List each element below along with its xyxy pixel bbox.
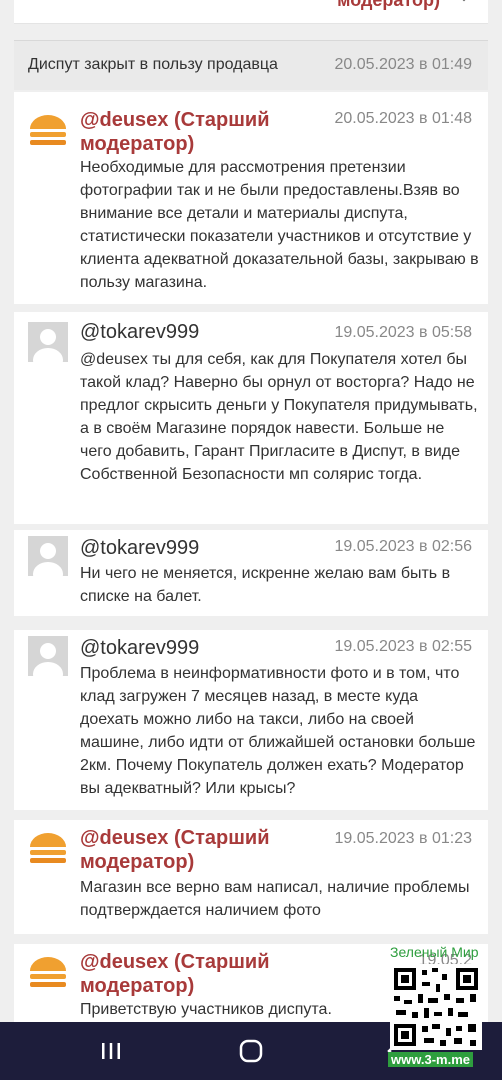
comment-author[interactable]: @tokarev999 [80,320,199,344]
watermark: Зеленый Мир www.3-m.me [386,944,486,1070]
comment-author[interactable]: @deusex (Старший модератор) [80,826,300,874]
dispute-status-row: Диспут закрыт в пользу продавца 20.05.20… [14,40,488,90]
comment-item: @tokarev999 19.05.2023 в 02:55 Проблема … [14,630,488,810]
comment-item: @tokarev999 19.05.2023 в 02:56 Ни чего н… [14,530,488,616]
comment-author[interactable]: @deusex (Старший модератор) [80,108,300,156]
qr-code-icon [390,964,482,1050]
comment-date: 20.05.2023 в 01:48 [334,110,472,127]
comment-item: @tokarev999 19.05.2023 в 05:58 @deusex т… [14,312,488,524]
moderator-logo-icon [28,830,68,870]
comment-author[interactable]: @deusex (Старший модератор) [80,950,300,998]
previous-post-fragment: модератор) [14,0,488,24]
home-icon[interactable] [236,1036,266,1066]
recent-apps-icon[interactable] [96,1036,126,1066]
comment-author[interactable]: @tokarev999 [80,536,199,560]
comment-date: 19.05.2023 в 01:23 [334,830,472,847]
dispute-status-date: 20.05.2023 в 01:49 [334,56,472,73]
watermark-url: www.3-m.me [388,1052,473,1067]
dispute-status-text: Диспут закрыт в пользу продавца [28,56,278,73]
comment-text: Проблема в неинформативности фото и в то… [80,665,476,797]
comment-date: 19.05.2023 в 05:58 [334,324,472,341]
user-avatar-icon [28,322,68,362]
comment-date: 19.05.2023 в 02:55 [334,638,472,655]
moderator-logo-icon [28,954,68,994]
comment-item: @deusex (Старший модератор) 20.05.2023 в… [14,92,488,304]
comment-text: @deusex ты для себя, как для Покупателя … [80,351,478,483]
comment-text: Магазин все верно вам написал, наличие п… [80,879,470,919]
watermark-title: Зеленый Мир [390,944,479,960]
previous-author-fragment: модератор) [337,0,440,10]
comment-author[interactable]: @tokarev999 [80,636,199,660]
user-avatar-icon [28,536,68,576]
comment-text: Необходимые для рассмотрения претензии ф… [80,159,479,291]
comment-date: 19.05.2023 в 02:56 [334,538,472,555]
user-avatar-icon [28,636,68,676]
comment-text: Ни чего не меняется, искренне желаю вам … [80,565,451,605]
comment-item: @deusex (Старший модератор) 19.05.2023 в… [14,820,488,934]
moderator-logo-icon [28,112,68,152]
chevron-down-icon[interactable] [456,0,472,6]
